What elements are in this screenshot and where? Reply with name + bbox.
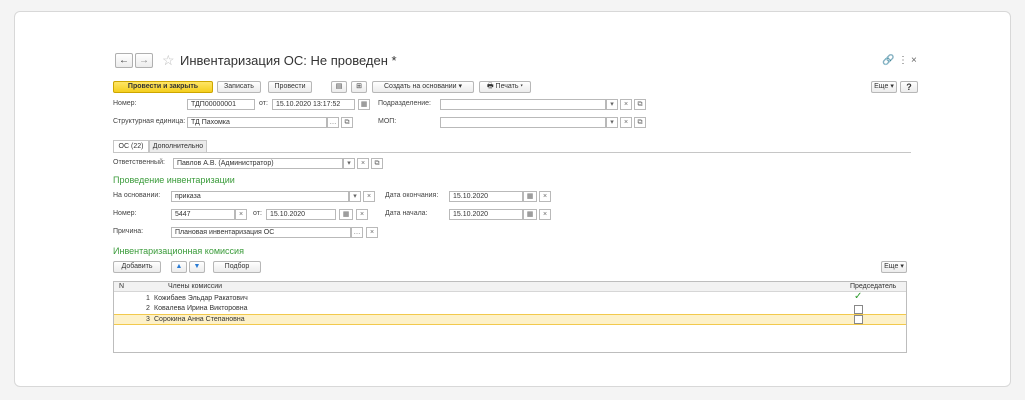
row-number: 2	[146, 305, 150, 312]
clear-icon[interactable]: ×	[539, 191, 551, 202]
print-button[interactable]: 🖶 Печать ▾	[479, 81, 531, 93]
date-label: от:	[259, 100, 268, 107]
more-button[interactable]: Еще ▾	[871, 81, 897, 93]
doc-number-label: Номер:	[113, 210, 137, 217]
open-link-icon[interactable]: ⧉	[341, 117, 353, 128]
column-header-n: N	[119, 283, 125, 290]
arrow-left-icon: ←	[119, 55, 129, 66]
row-number: 3	[146, 316, 150, 323]
table-header: N Члены комиссии Председатель	[114, 282, 906, 292]
row-number: 1	[146, 295, 150, 302]
doc-number-field[interactable]: 5447	[171, 209, 235, 220]
open-link-icon[interactable]: ⧉	[634, 117, 646, 128]
mol-label: МОП:	[378, 118, 397, 125]
clear-icon[interactable]: ×	[356, 209, 368, 220]
member-name: Кожибаев Эльдар Ракатович	[154, 295, 248, 302]
clear-icon[interactable]: ×	[235, 209, 247, 220]
dropdown-icon[interactable]: ▾	[343, 158, 355, 169]
forward-button[interactable]: →	[135, 53, 153, 68]
reason-field[interactable]: Плановая инвентаризация ОС	[171, 227, 351, 238]
table-more-button[interactable]: Еще ▾	[881, 261, 907, 273]
from-label: от:	[253, 210, 262, 217]
back-button[interactable]: ←	[115, 53, 133, 68]
dropdown-icon[interactable]: ▾	[349, 191, 361, 202]
date-field[interactable]: 15.10.2020 13:17:52	[272, 99, 355, 110]
help-button[interactable]: ?	[900, 81, 918, 93]
inventory-section-title: Проведение инвентаризации	[113, 175, 235, 185]
more-vertical-icon[interactable]: ⋮	[898, 55, 908, 66]
post-and-close-button[interactable]: Провести и закрыть	[113, 81, 213, 93]
clear-icon[interactable]: ×	[357, 158, 369, 169]
pick-button[interactable]: Подбор	[213, 261, 261, 273]
link-icon[interactable]: 🔗	[882, 55, 894, 66]
calendar-icon[interactable]: ▦	[339, 209, 353, 220]
printer-icon: 🖶	[486, 83, 494, 90]
table-row[interactable]: 2 Ковалева Ирина Викторовна	[114, 304, 906, 314]
clear-icon[interactable]: ×	[366, 227, 378, 238]
structure-icon[interactable]: ⊞	[351, 81, 367, 93]
responsible-field[interactable]: Павлов А.В. (Администратор)	[173, 158, 343, 169]
table-row[interactable]: 1 Кожибаев Эльдар Ракатович ✓	[114, 292, 906, 304]
from-date-field[interactable]: 15.10.2020	[266, 209, 336, 220]
tab-assets[interactable]: ОС (22)	[113, 140, 149, 152]
end-date-label: Дата окончания:	[385, 192, 439, 199]
subdivision-field[interactable]	[440, 99, 606, 110]
clear-icon[interactable]: ×	[363, 191, 375, 202]
end-date-field[interactable]: 15.10.2020	[449, 191, 523, 202]
calendar-icon[interactable]: ▦	[358, 99, 370, 110]
dropdown-icon[interactable]: ▾	[606, 117, 618, 128]
page-title: Инвентаризация ОС: Не проведен *	[180, 53, 397, 68]
move-down-icon[interactable]: ▼	[189, 261, 205, 273]
clear-icon[interactable]: ×	[620, 117, 632, 128]
chairman-checkbox[interactable]	[854, 305, 863, 314]
start-date-field[interactable]: 15.10.2020	[449, 209, 523, 220]
unit-label: Структурная единица:	[113, 118, 186, 125]
commission-section-title: Инвентаризационная комиссия	[113, 246, 244, 256]
arrow-right-icon: →	[139, 55, 149, 66]
dropdown-icon[interactable]: ▾	[606, 99, 618, 110]
move-up-icon[interactable]: ▲	[171, 261, 187, 273]
tabs-divider	[113, 152, 911, 153]
chairman-checkbox[interactable]	[854, 315, 863, 324]
select-icon[interactable]: …	[351, 227, 363, 238]
number-label: Номер:	[113, 100, 137, 107]
mol-field[interactable]	[440, 117, 606, 128]
select-icon[interactable]: …	[327, 117, 339, 128]
open-link-icon[interactable]: ⧉	[371, 158, 383, 169]
commission-table: N Члены комиссии Председатель 1 Кожибаев…	[113, 281, 907, 353]
member-name: Ковалева Ирина Викторовна	[154, 305, 248, 312]
close-icon[interactable]: ×	[911, 55, 917, 66]
basis-field[interactable]: приказа	[171, 191, 349, 202]
add-button[interactable]: Добавить	[113, 261, 161, 273]
basis-label: На основании:	[113, 192, 161, 199]
table-row-selected[interactable]: 3 Сорокина Анна Степановна	[114, 314, 906, 325]
subdivision-label: Подразделение:	[378, 100, 431, 107]
clear-icon[interactable]: ×	[620, 99, 632, 110]
start-date-label: Дата начала:	[385, 210, 428, 217]
reason-label: Причина:	[113, 228, 144, 235]
unit-field[interactable]: ТД Пахомка	[187, 117, 327, 128]
star-icon[interactable]: ☆	[162, 52, 175, 69]
checkbox-checked-icon[interactable]: ✓	[854, 292, 862, 302]
save-button[interactable]: Записать	[217, 81, 261, 93]
create-based-on-button[interactable]: Создать на основании ▾	[372, 81, 474, 93]
column-header-members: Члены комиссии	[168, 283, 223, 290]
responsible-label: Ответственный:	[113, 159, 165, 166]
clear-icon[interactable]: ×	[539, 209, 551, 220]
number-field[interactable]: ТДП00000001	[187, 99, 255, 110]
member-name: Сорокина Анна Степановна	[154, 316, 245, 323]
calendar-icon[interactable]: ▦	[523, 191, 537, 202]
post-button[interactable]: Провести	[268, 81, 312, 93]
calendar-icon[interactable]: ▦	[523, 209, 537, 220]
tab-additional[interactable]: Дополнительно	[149, 140, 207, 152]
document-icon[interactable]: ▤	[331, 81, 347, 93]
open-link-icon[interactable]: ⧉	[634, 99, 646, 110]
